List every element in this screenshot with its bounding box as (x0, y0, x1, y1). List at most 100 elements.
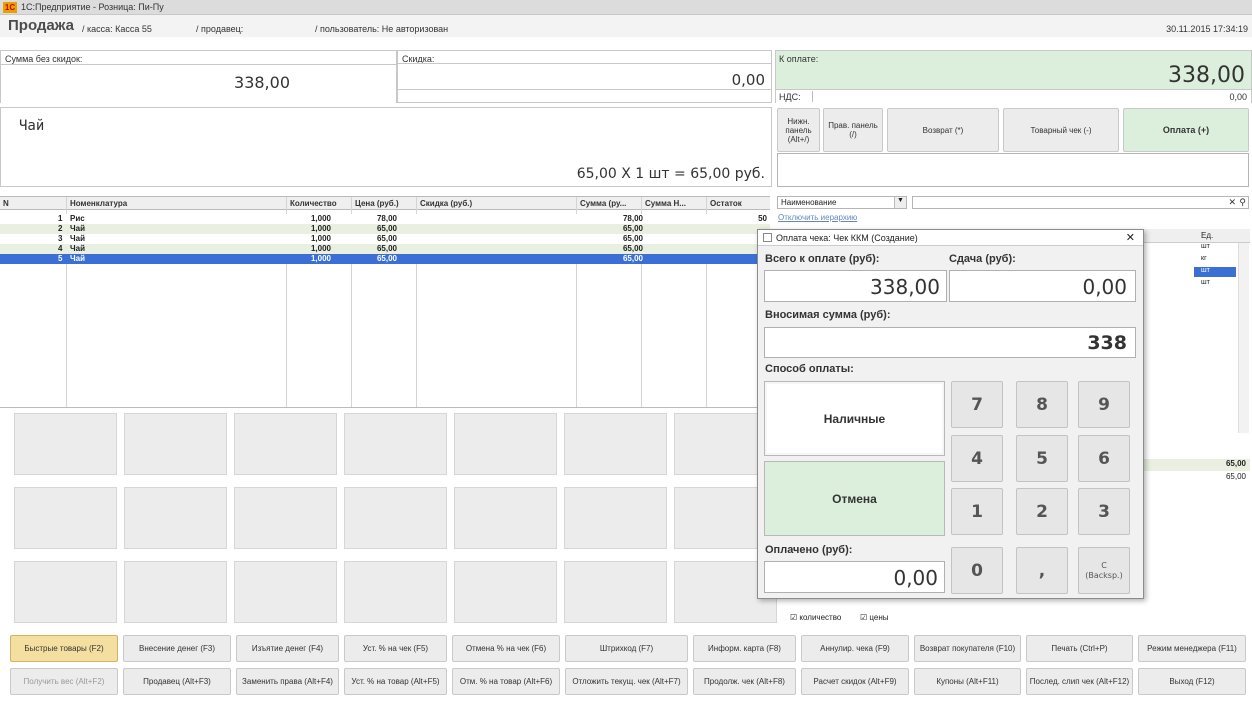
user-label: / пользователь: Не авторизован (315, 24, 449, 34)
quick-goods-tile[interactable] (344, 413, 447, 475)
receipt-discount-button[interactable]: Уст. % на чек (F5) (344, 635, 447, 662)
col-sum-n[interactable]: Сумма Н... (645, 199, 686, 208)
col-price[interactable]: Цена (руб.) (355, 199, 399, 208)
cancel-item-discount-button[interactable]: Отм. % на товар (Alt+F6) (452, 668, 560, 695)
col-n[interactable]: N (3, 199, 9, 208)
manager-mode-button[interactable]: Режим менеджера (F11) (1138, 635, 1246, 662)
message-area (777, 153, 1249, 187)
key-2[interactable]: 2 (1016, 488, 1068, 535)
lower-panel-button[interactable]: Нижн. панель (Alt+/) (777, 108, 820, 152)
void-receipt-button[interactable]: Аннулир. чека (F9) (801, 635, 909, 662)
quick-goods-tile[interactable] (344, 561, 447, 623)
continue-receipt-button[interactable]: Продолж. чек (Alt+F8) (693, 668, 796, 695)
kassa-label: / касса: Касса 55 (82, 24, 152, 34)
deposit-input[interactable]: 338 (764, 327, 1136, 358)
right-panel-button[interactable]: Прав. панель (/) (823, 108, 883, 152)
right-total: 65,00 (1144, 459, 1250, 471)
key-7[interactable]: 7 (951, 381, 1003, 428)
quick-goods-tile[interactable] (564, 561, 667, 623)
key-6[interactable]: 6 (1078, 435, 1130, 482)
key-1[interactable]: 1 (951, 488, 1003, 535)
table-row[interactable]: 3 Чай 1,000 65,00 65,00 (0, 234, 770, 244)
table-row[interactable]: 1 Рис 1,000 78,00 78,00 50 (0, 214, 770, 224)
key-backspace[interactable]: C (Backsp.) (1078, 547, 1130, 594)
window-title: 1С:Предприятие - Розница: Пи-Пу (21, 2, 164, 12)
payment-dialog: Оплата чека: Чек ККМ (Создание) ✕ Всего … (757, 229, 1144, 599)
unit-cell: шт (1201, 279, 1210, 286)
checkbox-qty[interactable]: ☑ количество (790, 613, 841, 622)
quick-goods-tile[interactable] (14, 487, 117, 549)
calc-discounts-button[interactable]: Расчет скидок (Alt+F9) (801, 668, 909, 695)
chevron-down-icon[interactable]: ▼ (894, 197, 906, 208)
quick-goods-tile[interactable] (564, 487, 667, 549)
quick-goods-tile[interactable] (124, 561, 227, 623)
col-rest[interactable]: Остаток (710, 199, 742, 208)
cancel-button[interactable]: Отмена (764, 461, 945, 536)
seller-button[interactable]: Продавец (Alt+F3) (123, 668, 231, 695)
quick-goods-tile[interactable] (454, 561, 557, 623)
key-9[interactable]: 9 (1078, 381, 1130, 428)
col-qty[interactable]: Количество (290, 199, 337, 208)
change-value: 0,00 (949, 270, 1136, 302)
coupons-button[interactable]: Купоны (Alt+F11) (914, 668, 1021, 695)
barcode-button[interactable]: Штрихкод (F7) (565, 635, 688, 662)
scrollbar[interactable] (1238, 243, 1249, 433)
table-row-selected[interactable]: 5 Чай 1,000 65,00 65,00 (0, 254, 770, 264)
col-sum[interactable]: Сумма (ру... (580, 199, 626, 208)
payment-method-label: Способ оплаты: (765, 363, 854, 375)
search-field-select[interactable]: Наименование ▼ (777, 196, 907, 209)
key-comma[interactable]: , (1016, 547, 1068, 594)
last-slip-button[interactable]: Послед. слип чек (Alt+F12) (1026, 668, 1133, 695)
return-button[interactable]: Возврат (*) (887, 108, 999, 152)
key-8[interactable]: 8 (1016, 381, 1068, 428)
close-icon[interactable]: ✕ (1126, 231, 1135, 244)
quick-goods-tile[interactable] (234, 413, 337, 475)
quick-goods-tile[interactable] (454, 413, 557, 475)
quick-goods-tile[interactable] (234, 561, 337, 623)
clear-icon[interactable]: ✕ (1228, 197, 1236, 208)
quick-goods-tile[interactable] (344, 487, 447, 549)
vat-label: НДС: (779, 92, 801, 102)
quick-goods-tile[interactable] (124, 413, 227, 475)
quick-goods-tile[interactable] (234, 487, 337, 549)
quick-goods-tile[interactable] (564, 413, 667, 475)
cash-out-button[interactable]: Изъятие денег (F4) (236, 635, 339, 662)
quick-goods-tile[interactable] (14, 561, 117, 623)
cancel-receipt-discount-button[interactable]: Отмена % на чек (F6) (452, 635, 560, 662)
payment-button[interactable]: Оплата (+) (1123, 108, 1249, 152)
disable-hierarchy-link[interactable]: Отключить иерархию (778, 213, 857, 222)
key-0[interactable]: 0 (951, 547, 1003, 594)
search-icon[interactable]: ⚲ (1239, 197, 1246, 208)
change-rights-button[interactable]: Заменить права (Alt+F4) (236, 668, 339, 695)
cash-in-button[interactable]: Внесение денег (F3) (123, 635, 231, 662)
col-discount[interactable]: Скидка (руб.) (420, 199, 472, 208)
page-title: Продажа (8, 17, 74, 34)
get-weight-button[interactable]: Получить вес (Alt+F2) (10, 668, 118, 695)
key-3[interactable]: 3 (1078, 488, 1130, 535)
current-item-name: Чай (19, 118, 45, 134)
customer-return-button[interactable]: Возврат покупателя (F10) (914, 635, 1021, 662)
goods-receipt-button[interactable]: Товарный чек (-) (1003, 108, 1119, 152)
print-button[interactable]: Печать (Ctrl+P) (1026, 635, 1133, 662)
hold-receipt-button[interactable]: Отложить текущ. чек (Alt+F7) (565, 668, 688, 695)
checkbox-price[interactable]: ☑ цены (860, 613, 889, 622)
table-row[interactable]: 4 Чай 1,000 65,00 65,00 (0, 244, 770, 254)
right-subtotal: 65,00 (1225, 472, 1246, 481)
quick-goods-button[interactable]: Быстрые товары (F2) (10, 635, 118, 662)
seller-label: / продавец: (196, 24, 244, 34)
key-4[interactable]: 4 (951, 435, 1003, 482)
quick-goods-tile[interactable] (124, 487, 227, 549)
key-5[interactable]: 5 (1016, 435, 1068, 482)
total-label: Всего к оплате (руб): (765, 253, 880, 265)
exit-button[interactable]: Выход (F12) (1138, 668, 1246, 695)
current-item-panel: Чай 65,00 X 1 шт = 65,00 руб. (0, 107, 772, 187)
quick-goods-tile[interactable] (454, 487, 557, 549)
table-row[interactable]: 2 Чай 1,000 65,00 65,00 (0, 224, 770, 234)
info-card-button[interactable]: Информ. карта (F8) (693, 635, 796, 662)
cash-button[interactable]: Наличные (764, 381, 945, 456)
quick-goods-tile[interactable] (14, 413, 117, 475)
search-input[interactable]: ✕ ⚲ (912, 196, 1249, 209)
item-discount-button[interactable]: Уст. % на товар (Alt+F5) (344, 668, 447, 695)
col-name[interactable]: Номенклатура (70, 199, 127, 208)
unit-cell: кг (1201, 255, 1207, 262)
